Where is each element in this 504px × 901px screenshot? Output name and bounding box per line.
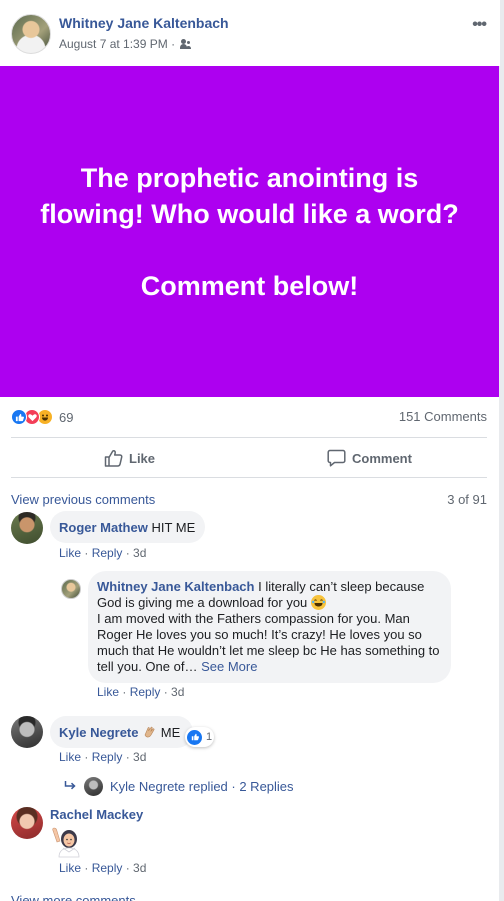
friends-icon[interactable] bbox=[180, 39, 192, 49]
comment-button-label: Comment bbox=[352, 450, 412, 466]
reply-actions: Like · Reply · 3d bbox=[97, 685, 185, 699]
like-reaction-icon bbox=[11, 409, 27, 425]
reply-text-2: I am moved with the Fathers compassion f… bbox=[97, 611, 440, 674]
page-gutter bbox=[499, 66, 504, 901]
see-more-link[interactable]: See More bbox=[201, 659, 257, 674]
like-badge-icon bbox=[187, 729, 202, 745]
reply-author-name[interactable]: Whitney Jane Kaltenbach bbox=[97, 579, 254, 594]
post-header: Whitney Jane Kaltenbach August 7 at 1:39… bbox=[0, 0, 504, 66]
comments-pager: 3 of 91 bbox=[447, 492, 487, 507]
thumbs-up-icon bbox=[104, 450, 123, 467]
view-previous-comments-link[interactable]: View previous comments bbox=[11, 492, 155, 507]
divider bbox=[11, 437, 487, 438]
reply-arrow-icon bbox=[64, 781, 76, 790]
comment-button[interactable]: Comment bbox=[327, 447, 412, 469]
commenter-name[interactable]: Rachel Mackey bbox=[50, 807, 143, 822]
view-more-comments-link[interactable]: View more comments bbox=[11, 893, 136, 901]
author-avatar[interactable] bbox=[11, 14, 51, 54]
comment-icon bbox=[327, 449, 346, 467]
reply-reply-link[interactable]: Reply bbox=[130, 685, 161, 699]
raising-hand-woman-emoji bbox=[51, 826, 81, 858]
view-replies-row[interactable]: Kyle Negrete replied · 2 Replies bbox=[64, 776, 294, 796]
reply-like-link[interactable]: Like bbox=[97, 685, 119, 699]
post-image-text: The prophetic anointing is flowing! Who … bbox=[40, 162, 459, 301]
comment-text: HIT ME bbox=[151, 520, 196, 535]
commenter-avatar[interactable] bbox=[11, 807, 43, 839]
comment-actions: Like · Reply · 3d bbox=[59, 546, 147, 560]
comment-like-link[interactable]: Like bbox=[59, 546, 81, 560]
commenter-avatar[interactable] bbox=[11, 716, 43, 748]
commenter-name[interactable]: Roger Mathew bbox=[59, 520, 148, 535]
comment-like-badge[interactable]: 1 bbox=[185, 727, 214, 747]
like-button-label: Like bbox=[129, 450, 156, 466]
clapping-hands-emoji bbox=[142, 725, 157, 740]
more-options-icon[interactable]: ••• bbox=[472, 16, 487, 34]
laughing-tears-emoji bbox=[310, 595, 326, 610]
like-badge-count: 1 bbox=[206, 731, 213, 743]
comment-bubble: Kyle Negrete ME bbox=[50, 716, 193, 748]
comment-reply-link[interactable]: Reply bbox=[92, 546, 123, 560]
divider bbox=[11, 477, 487, 478]
reaction-count: 69 bbox=[59, 409, 74, 425]
comment-time[interactable]: 3d bbox=[133, 861, 146, 875]
replier-avatar bbox=[84, 776, 103, 796]
post-meta: August 7 at 1:39 PM · bbox=[59, 37, 192, 51]
comment-actions: Like · Reply · 3d bbox=[59, 750, 147, 764]
post-image[interactable]: The prophetic anointing is flowing! Who … bbox=[0, 66, 499, 397]
comment-like-link[interactable]: Like bbox=[59, 750, 81, 764]
comment-time[interactable]: 3d bbox=[133, 546, 146, 560]
commenter-avatar[interactable] bbox=[11, 512, 43, 544]
commenter-name[interactable]: Kyle Negrete bbox=[59, 725, 138, 740]
comment-like-link[interactable]: Like bbox=[59, 861, 81, 875]
comment-reply-link[interactable]: Reply bbox=[92, 861, 123, 875]
reactions-summary[interactable]: 69 bbox=[11, 408, 73, 426]
comments-count[interactable]: 151 Comments bbox=[399, 409, 487, 424]
post-author-name[interactable]: Whitney Jane Kaltenbach bbox=[59, 15, 229, 31]
comment-text: ME bbox=[160, 725, 181, 740]
like-button[interactable]: Like bbox=[104, 447, 155, 469]
reply-author-avatar[interactable] bbox=[61, 579, 81, 599]
post-timestamp[interactable]: August 7 at 1:39 PM · bbox=[59, 37, 178, 51]
reply-bubble: Whitney Jane Kaltenbach I literally can’… bbox=[88, 571, 451, 683]
comment-reply-link[interactable]: Reply bbox=[92, 750, 123, 764]
comment-bubble: Roger Mathew HIT ME bbox=[50, 511, 206, 543]
comment-actions: Like · Reply · 3d bbox=[59, 861, 147, 875]
comment-time[interactable]: 3d bbox=[133, 750, 146, 764]
reply-time[interactable]: 3d bbox=[171, 685, 184, 699]
view-replies-link[interactable]: Kyle Negrete replied · 2 Replies bbox=[110, 779, 294, 794]
